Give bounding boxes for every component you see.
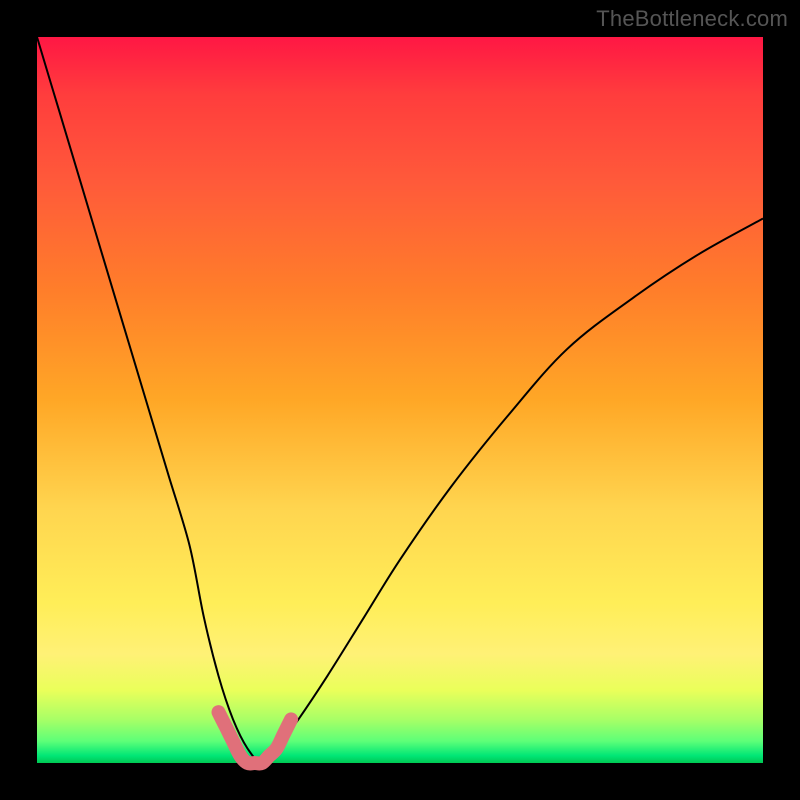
watermark-text: TheBottleneck.com	[596, 6, 788, 32]
bottleneck-curve-path	[37, 37, 763, 763]
chart-frame: TheBottleneck.com	[0, 0, 800, 800]
curve-svg	[37, 37, 763, 763]
plot-area	[37, 37, 763, 763]
bottom-marker-path	[219, 712, 292, 763]
